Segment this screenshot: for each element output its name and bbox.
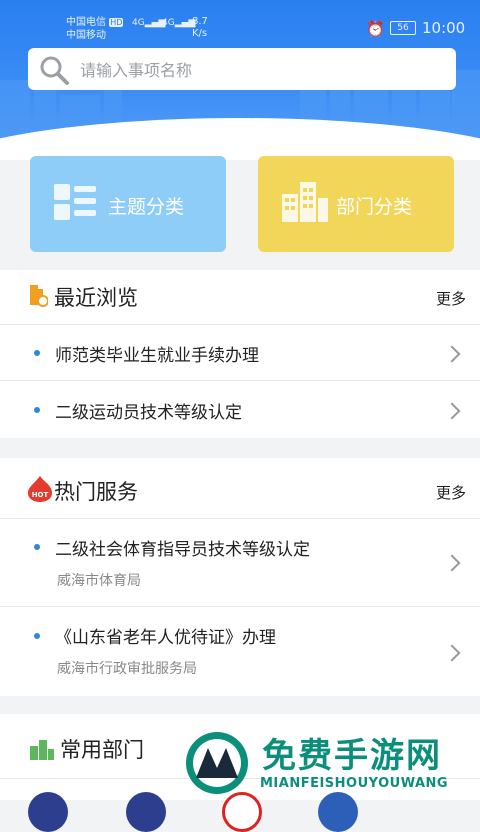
hot-services-section: HOT 热门服务 更多 二级社会体育指导员技术等级认定 威海市体育局 《山东省老… — [0, 458, 480, 696]
signal-2-label: 4G — [162, 18, 175, 28]
hot-badge: HOT — [32, 491, 49, 499]
chevron-right-icon — [443, 554, 461, 572]
alarm-icon: ⏰ — [366, 20, 385, 38]
list-item[interactable]: 师范类毕业生就业手续办理 — [0, 324, 480, 381]
bullet-dot — [34, 407, 40, 413]
common-title: 常用部门 — [60, 738, 144, 762]
signal-2-icon: 4G▂▄▆ — [162, 18, 196, 28]
hot-icon: HOT — [28, 476, 52, 502]
list-item-title: 二级社会体育指导员技术等级认定 — [55, 540, 310, 560]
status-time: 10:00 — [422, 19, 466, 37]
watermark-title: 免费手游网 — [262, 736, 442, 776]
list-item[interactable]: 二级社会体育指导员技术等级认定 威海市体育局 — [0, 518, 480, 607]
topic-category-label: 主题分类 — [108, 196, 185, 218]
list-item-title: 《山东省老年人优待证》办理 — [55, 628, 276, 648]
signal-1-icon: 4G▂▄▆ — [132, 18, 166, 28]
watermark-subtitle: MIANFEISHOUYOUWANG — [260, 776, 449, 791]
watermark: 免费手游网 MIANFEISHOUYOUWANG — [180, 728, 480, 800]
chevron-right-icon — [443, 644, 461, 662]
carrier-1: 中国电信 — [66, 17, 106, 28]
net-speed: 8.7 K/s — [192, 16, 208, 40]
hot-more-link[interactable]: 更多 — [436, 482, 466, 503]
list-item[interactable]: 二级运动员技术等级认定 — [0, 380, 480, 439]
recent-more-link[interactable]: 更多 — [436, 288, 466, 309]
hd-badge: HD — [109, 18, 124, 27]
department-badge[interactable] — [126, 792, 166, 832]
recent-icon — [30, 285, 48, 307]
recent-section: 最近浏览 更多 师范类毕业生就业手续办理 二级运动员技术等级认定 — [0, 270, 480, 438]
search-icon — [40, 56, 69, 85]
header-banner: 中国电信 HD 中国移动 4G▂▄▆ 4G▂▄▆ 8.7 K/s ⏰ 56 10… — [0, 0, 480, 160]
watermark-logo — [186, 732, 248, 794]
bullet-dot — [34, 633, 40, 639]
hot-title: 热门服务 — [54, 480, 138, 504]
chevron-right-icon — [443, 402, 461, 420]
list-item-title: 师范类毕业生就业手续办理 — [55, 346, 259, 366]
battery-icon: 56 — [390, 21, 416, 35]
grid-list-icon — [54, 184, 96, 220]
list-item[interactable]: 《山东省老年人优待证》办理 威海市行政审批服务局 — [0, 606, 480, 697]
search-bar[interactable] — [28, 48, 456, 92]
department-category-label: 部门分类 — [336, 196, 413, 218]
recent-title: 最近浏览 — [54, 286, 138, 310]
department-icon — [30, 740, 54, 760]
status-bar: 中国电信 HD 中国移动 4G▂▄▆ 4G▂▄▆ 8.7 K/s ⏰ 56 10… — [0, 10, 480, 48]
topic-category-button[interactable]: 主题分类 — [30, 156, 226, 252]
carrier-info: 中国电信 HD 中国移动 — [66, 16, 124, 42]
net-speed-value: 8.7 — [192, 16, 208, 27]
list-item-title: 二级运动员技术等级认定 — [55, 403, 242, 423]
chevron-right-icon — [443, 345, 461, 363]
list-item-department: 威海市体育局 — [57, 573, 141, 589]
net-speed-unit: K/s — [192, 28, 208, 39]
building-icon — [282, 182, 328, 222]
bullet-dot — [34, 544, 40, 550]
list-item-department: 威海市行政审批服务局 — [57, 661, 197, 677]
carrier-2: 中国移动 — [66, 30, 106, 41]
search-input[interactable] — [78, 48, 442, 92]
bullet-dot — [34, 350, 40, 356]
signal-1-label: 4G — [132, 18, 145, 28]
department-category-button[interactable]: 部门分类 — [258, 156, 454, 252]
department-badge[interactable] — [28, 792, 68, 832]
